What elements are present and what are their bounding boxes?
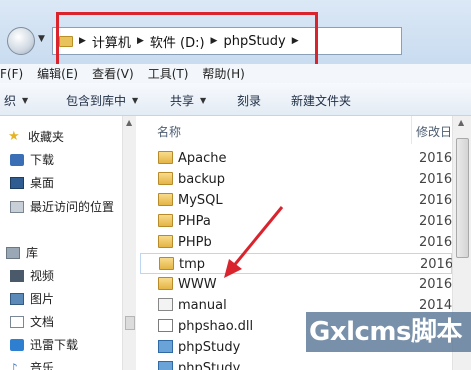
explorer-window: ▼ ▶ 计算机 ▶ 软件 (D:) ▶ phpStudy ▶ F(F) 编辑(E… bbox=[0, 0, 471, 370]
watermark: Gxlcms脚本 bbox=[306, 312, 471, 352]
